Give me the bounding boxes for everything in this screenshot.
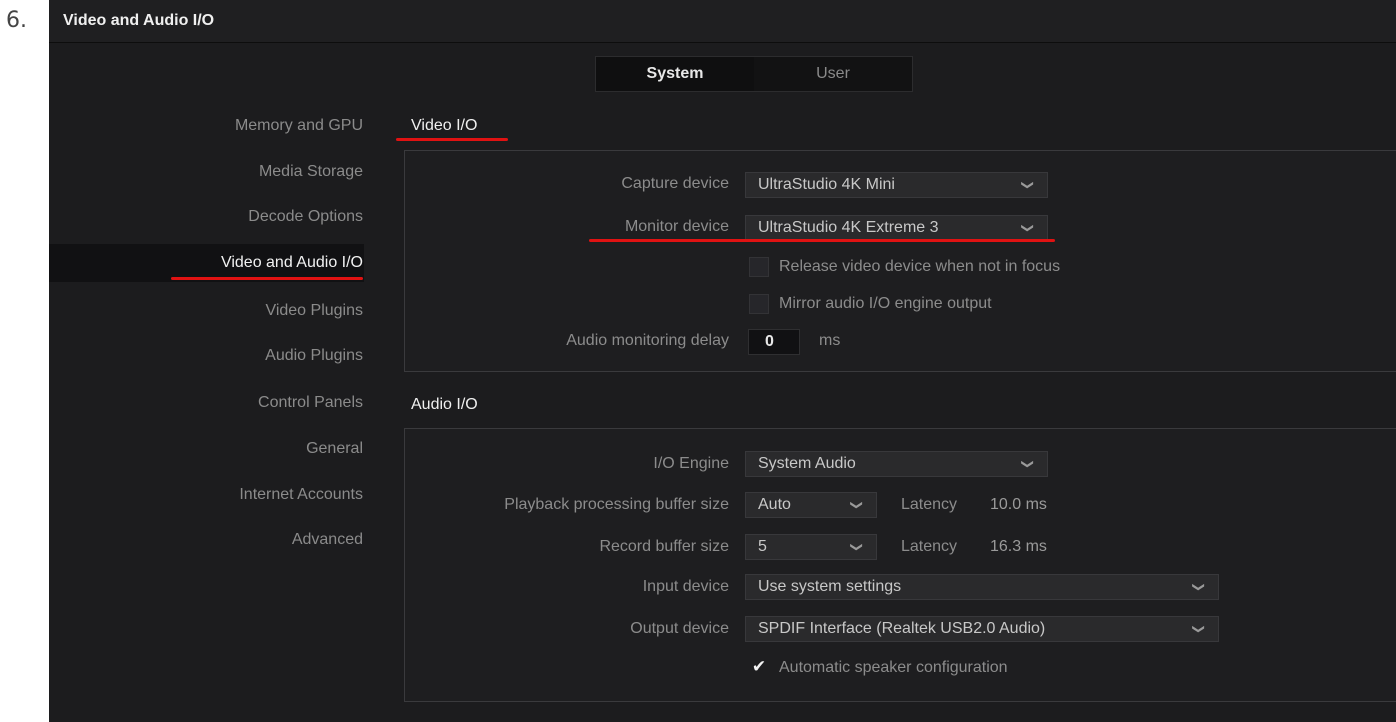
preferences-window: Video and Audio I/O System User Memory a… — [49, 0, 1396, 722]
monitor-device-label: Monitor device — [624, 218, 729, 235]
io-engine-label: I/O Engine — [653, 455, 729, 472]
output-device-dropdown[interactable]: SPDIF Interface (Realtek USB2.0 Audio) ❯ — [745, 616, 1219, 642]
playback-buffer-dropdown[interactable]: Auto ❯ — [745, 492, 877, 518]
capture-device-label: Capture device — [621, 175, 729, 192]
output-device-label: Output device — [630, 620, 729, 637]
record-latency-value: 16.3 ms — [990, 538, 1047, 555]
audio-delay-unit: ms — [819, 332, 841, 349]
step-number: 6. — [6, 8, 27, 33]
input-device-value: Use system settings — [758, 578, 902, 595]
mirror-audio-checkbox[interactable] — [749, 294, 769, 314]
sidebar-item-internet-accounts[interactable]: Internet Accounts — [49, 476, 364, 514]
audio-delay-label: Audio monitoring delay — [566, 332, 729, 349]
sidebar-item-advanced[interactable]: Advanced — [49, 521, 364, 559]
io-engine-dropdown[interactable]: System Audio ❯ — [745, 451, 1048, 477]
release-video-label: Release video device when not in focus — [779, 258, 1061, 275]
window-title: Video and Audio I/O — [63, 12, 215, 29]
monitor-device-value: UltraStudio 4K Extreme 3 — [758, 219, 939, 236]
highlight-underline-sidebar — [171, 277, 363, 280]
chevron-down-icon: ❯ — [1020, 179, 1035, 191]
input-device-dropdown[interactable]: Use system settings ❯ — [745, 574, 1219, 600]
release-video-checkbox[interactable] — [749, 257, 769, 277]
tab-system[interactable]: System — [596, 57, 754, 91]
video-io-section-title: Video I/O — [411, 117, 478, 134]
record-latency-label: Latency — [901, 538, 958, 555]
sidebar-item-control-panels[interactable]: Control Panels — [49, 384, 364, 422]
chevron-down-icon: ❯ — [1191, 623, 1206, 635]
playback-buffer-label: Playback processing buffer size — [504, 496, 729, 513]
chevron-down-icon: ❯ — [1191, 581, 1206, 593]
output-device-value: SPDIF Interface (Realtek USB2.0 Audio) — [758, 620, 1046, 637]
checkmark-icon: ✔ — [751, 657, 767, 676]
playback-buffer-value: Auto — [758, 496, 791, 513]
sidebar-item-audio-plugins[interactable]: Audio Plugins — [49, 337, 364, 375]
record-buffer-label: Record buffer size — [599, 538, 729, 555]
sidebar-item-general[interactable]: General — [49, 430, 364, 468]
sidebar-item-decode-options[interactable]: Decode Options — [49, 198, 364, 236]
sidebar-item-media-storage[interactable]: Media Storage — [49, 153, 364, 191]
sidebar-item-video-plugins[interactable]: Video Plugins — [49, 292, 364, 330]
highlight-underline-video-io — [396, 138, 508, 141]
auto-speaker-checkbox[interactable]: ✔ — [749, 658, 769, 678]
chevron-down-icon: ❯ — [849, 541, 864, 553]
sidebar-item-memory-gpu[interactable]: Memory and GPU — [49, 107, 364, 145]
audio-delay-input[interactable]: 0 — [748, 329, 800, 355]
chevron-down-icon: ❯ — [849, 499, 864, 511]
chevron-down-icon: ❯ — [1020, 222, 1035, 234]
preferences-tabs: System User — [595, 56, 913, 92]
playback-latency-value: 10.0 ms — [990, 496, 1047, 513]
highlight-underline-monitor-device — [589, 239, 1055, 242]
title-bar: Video and Audio I/O — [49, 0, 1396, 43]
tab-user[interactable]: User — [754, 57, 912, 91]
monitor-device-dropdown[interactable]: UltraStudio 4K Extreme 3 ❯ — [745, 215, 1048, 241]
capture-device-dropdown[interactable]: UltraStudio 4K Mini ❯ — [745, 172, 1048, 198]
io-engine-value: System Audio — [758, 455, 856, 472]
record-buffer-value: 5 — [758, 538, 767, 555]
capture-device-value: UltraStudio 4K Mini — [758, 176, 895, 193]
audio-io-section-title: Audio I/O — [411, 396, 478, 413]
auto-speaker-label: Automatic speaker configuration — [779, 659, 1008, 676]
playback-latency-label: Latency — [901, 496, 958, 513]
input-device-label: Input device — [642, 578, 729, 595]
mirror-audio-label: Mirror audio I/O engine output — [779, 295, 992, 312]
chevron-down-icon: ❯ — [1020, 458, 1035, 470]
record-buffer-dropdown[interactable]: 5 ❯ — [745, 534, 877, 560]
